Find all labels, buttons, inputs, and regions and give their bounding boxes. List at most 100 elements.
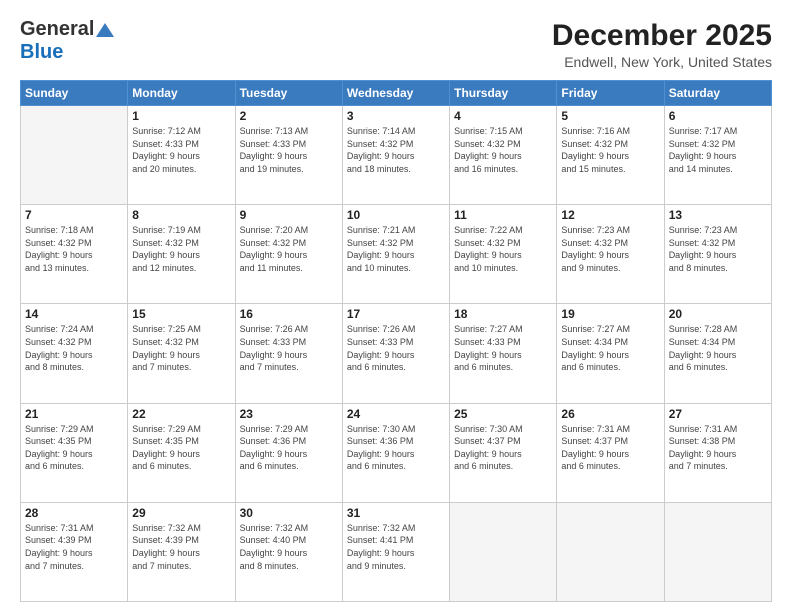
table-row: 28 Sunrise: 7:31 AM Sunset: 4:39 PM Dayli…	[21, 502, 128, 601]
table-row: 11 Sunrise: 7:22 AM Sunset: 4:32 PM Dayli…	[450, 205, 557, 304]
day-number: 26	[561, 407, 659, 421]
table-row: 19Sunrise: 7:27 AM Sunset: 4:34 PM Dayli…	[557, 304, 664, 403]
table-row: 13Sunrise: 7:23 AM Sunset: 4:32 PM Dayli…	[664, 205, 771, 304]
day-number: 2	[240, 109, 338, 123]
day-number: 30	[240, 506, 338, 520]
calendar-table: Sunday Monday Tuesday Wednesday Thursday…	[20, 80, 772, 602]
calendar-header-row: Sunday Monday Tuesday Wednesday Thursday…	[21, 81, 772, 106]
col-wednesday: Wednesday	[342, 81, 449, 106]
table-row	[557, 502, 664, 601]
day-number: 13	[669, 208, 767, 222]
day-number: 11	[454, 208, 552, 222]
table-row: 7 Sunrise: 7:18 AM Sunset: 4:32 PM Daylig…	[21, 205, 128, 304]
day-number: 7	[25, 208, 123, 222]
day-info: Sunrise: 7:29 AM Sunset: 4:35 PM Dayligh…	[25, 423, 123, 473]
day-info: Sunrise: 7:24 AM Sunset: 4:32 PM Dayligh…	[25, 323, 123, 373]
col-thursday: Thursday	[450, 81, 557, 106]
table-row: 31 Sunrise: 7:32 AM Sunset: 4:41 PM Dayli…	[342, 502, 449, 601]
day-number: 23	[240, 407, 338, 421]
main-title: December 2025	[552, 18, 772, 54]
day-number: 15	[132, 307, 230, 321]
day-info: Sunrise: 7:17 AM Sunset: 4:32 PM Dayligh…	[669, 125, 767, 175]
table-row: 15 Sunrise: 7:25 AM Sunset: 4:32 PM Dayli…	[128, 304, 235, 403]
day-info: Sunrise: 7:27 AM Sunset: 4:34 PM Dayligh…	[561, 323, 659, 373]
day-info: Sunrise: 7:32 AM Sunset: 4:40 PM Dayligh…	[240, 522, 338, 572]
calendar-week-2: 7 Sunrise: 7:18 AM Sunset: 4:32 PM Daylig…	[21, 205, 772, 304]
day-info: Sunrise: 7:28 AM Sunset: 4:34 PM Dayligh…	[669, 323, 767, 373]
table-row: 4Sunrise: 7:15 AM Sunset: 4:32 PM Daylig…	[450, 106, 557, 205]
table-row: 3 Sunrise: 7:14 AM Sunset: 4:32 PM Daylig…	[342, 106, 449, 205]
day-number: 1	[132, 109, 230, 123]
day-info: Sunrise: 7:29 AM Sunset: 4:35 PM Dayligh…	[132, 423, 230, 473]
day-info: Sunrise: 7:14 AM Sunset: 4:32 PM Dayligh…	[347, 125, 445, 175]
day-info: Sunrise: 7:29 AM Sunset: 4:36 PM Dayligh…	[240, 423, 338, 473]
day-info: Sunrise: 7:12 AM Sunset: 4:33 PM Dayligh…	[132, 125, 230, 175]
table-row: 6 Sunrise: 7:17 AM Sunset: 4:32 PM Daylig…	[664, 106, 771, 205]
day-number: 3	[347, 109, 445, 123]
day-number: 9	[240, 208, 338, 222]
header: General Blue December 2025 Endwell, New …	[20, 18, 772, 70]
table-row: 21 Sunrise: 7:29 AM Sunset: 4:35 PM Dayli…	[21, 403, 128, 502]
table-row: 12 Sunrise: 7:23 AM Sunset: 4:32 PM Dayli…	[557, 205, 664, 304]
day-number: 21	[25, 407, 123, 421]
table-row: 29Sunrise: 7:32 AM Sunset: 4:39 PM Dayli…	[128, 502, 235, 601]
table-row: 1 Sunrise: 7:12 AM Sunset: 4:33 PM Daylig…	[128, 106, 235, 205]
table-row: 2 Sunrise: 7:13 AM Sunset: 4:33 PM Daylig…	[235, 106, 342, 205]
table-row: 24 Sunrise: 7:30 AM Sunset: 4:36 PM Dayli…	[342, 403, 449, 502]
table-row: 25 Sunrise: 7:30 AM Sunset: 4:37 PM Dayli…	[450, 403, 557, 502]
col-sunday: Sunday	[21, 81, 128, 106]
day-number: 31	[347, 506, 445, 520]
day-info: Sunrise: 7:26 AM Sunset: 4:33 PM Dayligh…	[347, 323, 445, 373]
calendar-week-4: 21 Sunrise: 7:29 AM Sunset: 4:35 PM Dayli…	[21, 403, 772, 502]
logo-blue: Blue	[20, 41, 63, 64]
day-number: 5	[561, 109, 659, 123]
day-number: 20	[669, 307, 767, 321]
table-row	[450, 502, 557, 601]
day-info: Sunrise: 7:32 AM Sunset: 4:41 PM Dayligh…	[347, 522, 445, 572]
day-number: 14	[25, 307, 123, 321]
day-info: Sunrise: 7:30 AM Sunset: 4:36 PM Dayligh…	[347, 423, 445, 473]
day-number: 8	[132, 208, 230, 222]
day-info: Sunrise: 7:20 AM Sunset: 4:32 PM Dayligh…	[240, 224, 338, 274]
day-number: 4	[454, 109, 552, 123]
day-number: 18	[454, 307, 552, 321]
day-info: Sunrise: 7:19 AM Sunset: 4:32 PM Dayligh…	[132, 224, 230, 274]
sub-title: Endwell, New York, United States	[552, 54, 772, 70]
day-number: 25	[454, 407, 552, 421]
day-info: Sunrise: 7:25 AM Sunset: 4:32 PM Dayligh…	[132, 323, 230, 373]
day-info: Sunrise: 7:30 AM Sunset: 4:37 PM Dayligh…	[454, 423, 552, 473]
day-number: 17	[347, 307, 445, 321]
calendar-week-1: 1 Sunrise: 7:12 AM Sunset: 4:33 PM Daylig…	[21, 106, 772, 205]
day-number: 12	[561, 208, 659, 222]
page: General Blue December 2025 Endwell, New …	[0, 0, 792, 612]
day-info: Sunrise: 7:32 AM Sunset: 4:39 PM Dayligh…	[132, 522, 230, 572]
table-row: 20 Sunrise: 7:28 AM Sunset: 4:34 PM Dayli…	[664, 304, 771, 403]
col-monday: Monday	[128, 81, 235, 106]
day-info: Sunrise: 7:31 AM Sunset: 4:38 PM Dayligh…	[669, 423, 767, 473]
col-saturday: Saturday	[664, 81, 771, 106]
day-number: 6	[669, 109, 767, 123]
logo-general: General	[20, 18, 94, 41]
day-info: Sunrise: 7:22 AM Sunset: 4:32 PM Dayligh…	[454, 224, 552, 274]
day-number: 22	[132, 407, 230, 421]
day-info: Sunrise: 7:18 AM Sunset: 4:32 PM Dayligh…	[25, 224, 123, 274]
day-number: 10	[347, 208, 445, 222]
table-row: 10 Sunrise: 7:21 AM Sunset: 4:32 PM Dayli…	[342, 205, 449, 304]
title-block: December 2025 Endwell, New York, United …	[552, 18, 772, 70]
logo: General Blue	[20, 18, 114, 64]
day-info: Sunrise: 7:21 AM Sunset: 4:32 PM Dayligh…	[347, 224, 445, 274]
table-row: 9 Sunrise: 7:20 AM Sunset: 4:32 PM Daylig…	[235, 205, 342, 304]
day-number: 28	[25, 506, 123, 520]
logo-arrow-icon	[96, 23, 114, 37]
table-row: 23 Sunrise: 7:29 AM Sunset: 4:36 PM Dayli…	[235, 403, 342, 502]
day-info: Sunrise: 7:13 AM Sunset: 4:33 PM Dayligh…	[240, 125, 338, 175]
day-info: Sunrise: 7:31 AM Sunset: 4:39 PM Dayligh…	[25, 522, 123, 572]
day-info: Sunrise: 7:26 AM Sunset: 4:33 PM Dayligh…	[240, 323, 338, 373]
col-friday: Friday	[557, 81, 664, 106]
calendar-week-5: 28 Sunrise: 7:31 AM Sunset: 4:39 PM Dayli…	[21, 502, 772, 601]
day-info: Sunrise: 7:23 AM Sunset: 4:32 PM Dayligh…	[561, 224, 659, 274]
table-row: 5Sunrise: 7:16 AM Sunset: 4:32 PM Daylig…	[557, 106, 664, 205]
day-info: Sunrise: 7:27 AM Sunset: 4:33 PM Dayligh…	[454, 323, 552, 373]
table-row: 14 Sunrise: 7:24 AM Sunset: 4:32 PM Dayli…	[21, 304, 128, 403]
day-number: 24	[347, 407, 445, 421]
